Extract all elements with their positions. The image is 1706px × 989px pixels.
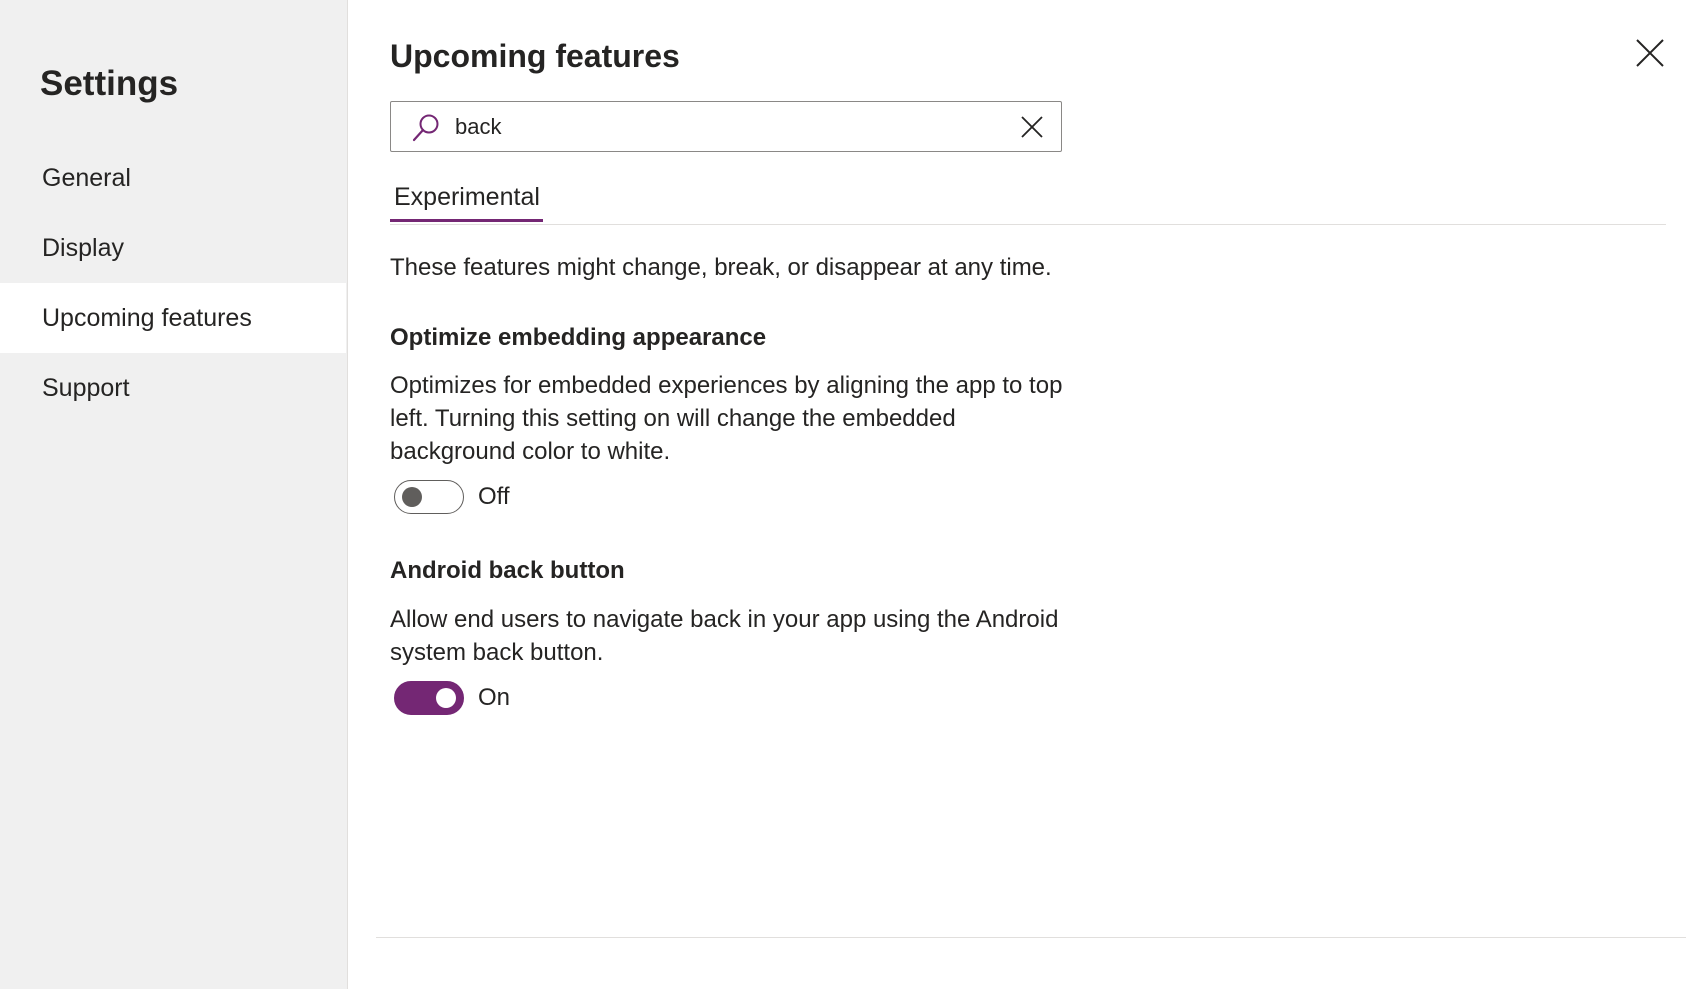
search-icon bbox=[412, 114, 439, 142]
feature-title-optimize-embedding: Optimize embedding appearance bbox=[390, 324, 767, 351]
clear-icon[interactable] bbox=[1019, 114, 1045, 140]
tab-strip: Experimental bbox=[390, 178, 1666, 225]
android-back-button-toggle[interactable] bbox=[394, 681, 464, 715]
feature-description-optimize-embedding: Optimizes for embedded experiences by al… bbox=[390, 372, 1063, 465]
sidebar-item-display[interactable]: Display bbox=[0, 213, 346, 283]
sidebar-title: Settings bbox=[40, 64, 179, 103]
feature-description-android-back-button: Allow end users to navigate back in your… bbox=[390, 606, 1059, 666]
search-box bbox=[390, 101, 1062, 152]
search-input[interactable] bbox=[455, 110, 975, 143]
optimize-embedding-toggle[interactable] bbox=[394, 480, 464, 514]
tab-experimental[interactable]: Experimental bbox=[390, 178, 543, 222]
settings-window: Settings General Display Upcoming featur… bbox=[0, 0, 1706, 989]
sidebar-item-general[interactable]: General bbox=[0, 143, 346, 213]
toggle-knob bbox=[436, 688, 456, 708]
close-icon bbox=[1636, 39, 1664, 67]
sidebar: Settings General Display Upcoming featur… bbox=[0, 0, 348, 989]
intro-text: These features might change, break, or d… bbox=[390, 254, 1052, 281]
optimize-embedding-toggle-label: Off bbox=[478, 483, 510, 510]
toggle-knob bbox=[402, 487, 422, 507]
feature-title-android-back-button: Android back button bbox=[390, 557, 625, 584]
footer-divider bbox=[376, 937, 1686, 938]
android-back-button-toggle-label: On bbox=[478, 684, 511, 711]
sidebar-item-support[interactable]: Support bbox=[0, 353, 346, 423]
page-title: Upcoming features bbox=[390, 38, 680, 74]
close-button[interactable] bbox=[1630, 33, 1670, 73]
sidebar-item-upcoming-features[interactable]: Upcoming features bbox=[0, 283, 346, 353]
